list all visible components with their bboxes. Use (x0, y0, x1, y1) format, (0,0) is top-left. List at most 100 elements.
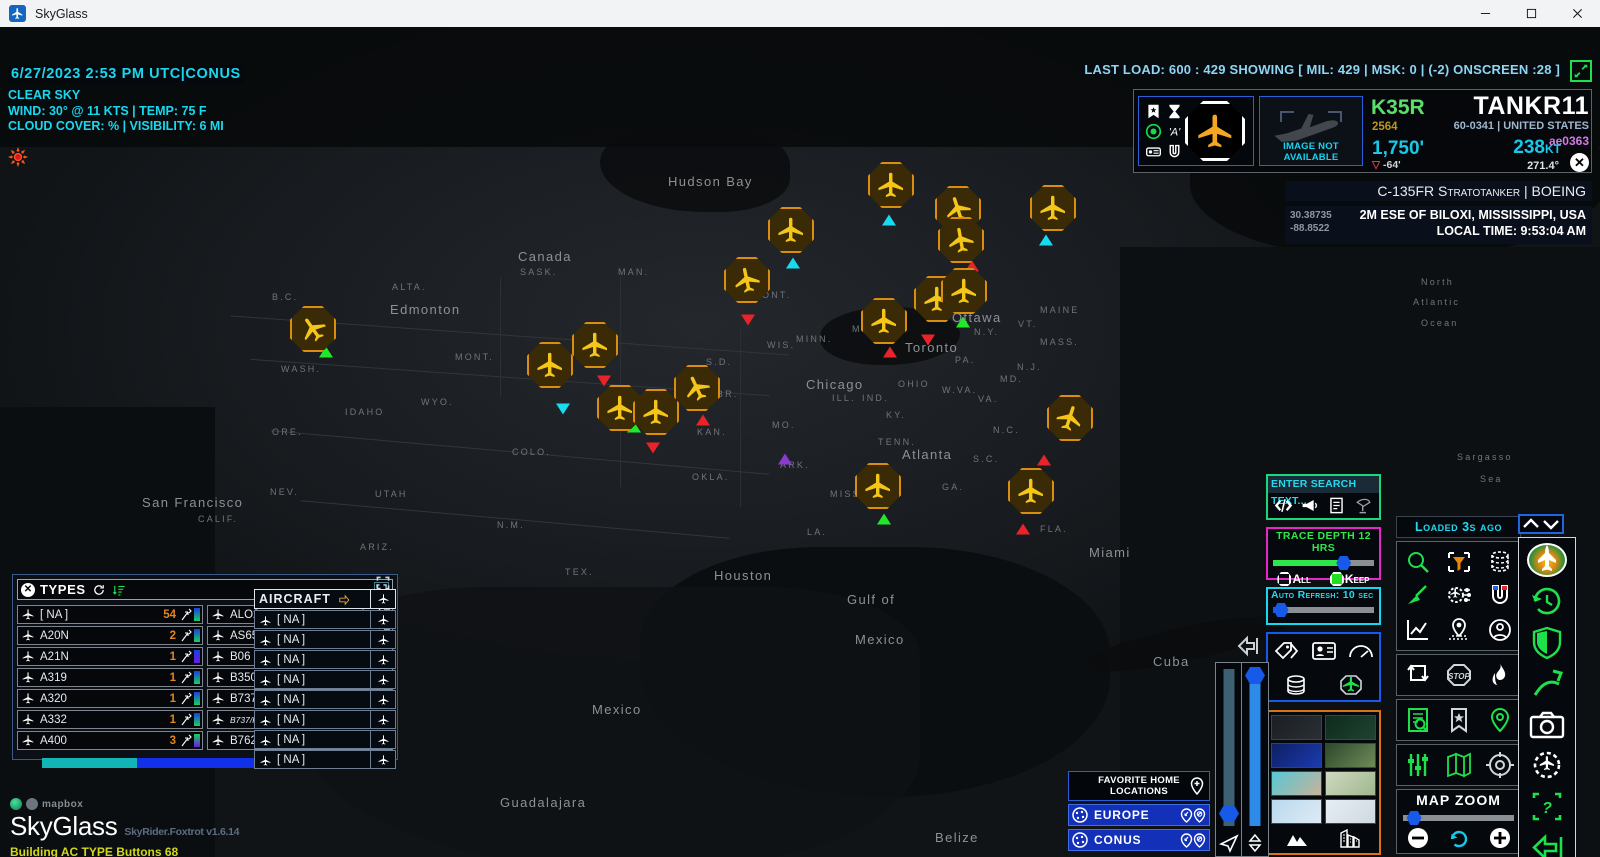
rail-row[interactable]: STOP (1397, 658, 1520, 692)
map-style-thumb-grid[interactable] (1271, 715, 1376, 824)
mapbox-attribution[interactable]: mapbox (10, 798, 239, 810)
history-icon[interactable] (1528, 585, 1566, 618)
bookmark-icon[interactable] (1145, 103, 1162, 120)
aircraft-marker[interactable] (1030, 185, 1076, 231)
trace-mode-radios[interactable]: All Keep (1268, 572, 1379, 586)
tilt-slider[interactable] (1215, 662, 1243, 857)
rail-row[interactable] (1397, 545, 1520, 579)
type-row[interactable]: A319 1 (17, 668, 203, 687)
popout-window-icon[interactable] (1570, 60, 1592, 82)
search-tool-row[interactable] (1268, 493, 1379, 518)
aircraft-trail-marker[interactable] (1037, 454, 1051, 466)
satellite-style-thumb[interactable] (1325, 743, 1376, 768)
document-search-icon[interactable] (1404, 707, 1432, 733)
broom-icon[interactable] (1404, 583, 1432, 609)
pitch-slider[interactable] (1241, 662, 1269, 857)
pin-goto-icon[interactable] (1193, 807, 1206, 823)
search-input[interactable]: ENTER SEARCH TEXT... (1268, 476, 1379, 507)
favorite-locations-items[interactable]: EUROPE CONUS (1068, 804, 1210, 851)
code-icon[interactable] (1274, 497, 1293, 514)
rail-group-2[interactable]: STOP (1396, 654, 1521, 696)
radio-off-icon[interactable] (1277, 572, 1292, 586)
buildings-icon[interactable] (1339, 828, 1361, 848)
aircraft-marker[interactable] (868, 162, 914, 208)
crosshair-icon[interactable] (1485, 752, 1514, 778)
blueprint-style-thumb[interactable] (1271, 743, 1322, 768)
outdoors-style-thumb[interactable] (1325, 771, 1376, 796)
chart-icon[interactable] (1404, 617, 1432, 643)
aircraft-marker[interactable] (724, 257, 770, 303)
plane-icon[interactable] (370, 690, 396, 709)
aircraft-trail-marker[interactable] (646, 442, 660, 454)
trend-icon[interactable] (180, 692, 192, 705)
close-circle-icon[interactable]: ✕ (21, 582, 35, 597)
minimize-icon[interactable] (1462, 0, 1508, 27)
type-row[interactable]: A320 1 (17, 689, 203, 708)
map-zoom-buttons[interactable] (1397, 827, 1520, 849)
aircraft-trail-marker[interactable] (883, 346, 897, 358)
type-row[interactable]: A20N 2 (17, 626, 203, 645)
aircraft-badge-panel[interactable]: 'A' (1138, 96, 1254, 166)
pin-edit-icon[interactable] (1180, 832, 1193, 848)
tags-icon[interactable] (1274, 640, 1300, 662)
megaphone-icon[interactable] (1301, 497, 1320, 514)
aircraft-trail-marker[interactable] (877, 513, 891, 525)
trace-all-option[interactable]: All (1277, 572, 1311, 586)
map-zoom-slider[interactable] (1403, 811, 1514, 825)
satellite-dark-thumb[interactable] (1325, 715, 1376, 740)
plus-circle-icon[interactable] (1489, 827, 1511, 849)
mapbox-info-icon[interactable] (26, 798, 38, 810)
rail-row[interactable] (1397, 703, 1520, 737)
rail-group-3[interactable] (1396, 699, 1521, 741)
plane-settings-icon[interactable] (1445, 583, 1473, 609)
bookmark-star-icon[interactable] (1445, 707, 1473, 733)
jet-logo-icon[interactable] (1527, 543, 1567, 577)
rail-group-4[interactable] (1396, 744, 1521, 786)
aircraft-marker[interactable] (633, 389, 679, 435)
light-style-thumb[interactable] (1271, 799, 1322, 824)
close-icon[interactable] (1554, 0, 1600, 27)
plane-icon[interactable] (370, 650, 396, 669)
aircraft-trail-marker[interactable] (741, 314, 755, 326)
plane-icon[interactable] (370, 610, 396, 629)
aircraft-marker[interactable] (855, 463, 901, 509)
aircraft-trail-marker[interactable] (921, 334, 935, 346)
radio-icon[interactable] (1145, 143, 1162, 160)
map-style-bottom-row[interactable] (1271, 828, 1376, 848)
trend-icon[interactable] (180, 608, 192, 621)
user-circle-icon[interactable] (1486, 617, 1514, 643)
plane-octagon-icon[interactable] (1338, 674, 1364, 696)
arrow-right-icon[interactable] (337, 593, 351, 606)
aircraft-marker[interactable] (768, 207, 814, 253)
secondary-control-rail[interactable]: ? (1518, 537, 1576, 857)
database-icon[interactable] (1486, 549, 1514, 575)
dark-style-thumb[interactable] (1271, 715, 1322, 740)
help-icon[interactable]: ? (1528, 790, 1566, 823)
favorite-location-item[interactable]: EUROPE (1068, 804, 1210, 826)
search-panel[interactable]: ENTER SEARCH TEXT... (1266, 474, 1381, 520)
stop-icon[interactable]: STOP (1445, 662, 1473, 688)
add-location-icon[interactable] (1189, 777, 1205, 796)
magnet-icon[interactable] (1166, 143, 1183, 160)
camera-icon[interactable] (1528, 708, 1566, 741)
label-A-icon[interactable]: 'A' (1166, 123, 1183, 140)
aircraft-trail-marker[interactable] (1039, 234, 1053, 246)
type-row[interactable]: A400 3 (17, 731, 203, 750)
trend-icon[interactable] (180, 650, 192, 663)
search-icon[interactable] (1404, 549, 1432, 575)
auto-refresh-panel[interactable]: Auto Refresh: 10 sec (1266, 587, 1381, 625)
trend-icon[interactable] (180, 671, 192, 684)
aircraft-trail-marker[interactable] (786, 257, 800, 269)
sliders-icon[interactable] (1404, 752, 1432, 778)
tool-row-2[interactable] (1268, 668, 1379, 702)
aircraft-marker[interactable] (290, 306, 336, 352)
rail-group-1[interactable] (1396, 541, 1521, 651)
magnet-icon[interactable] (1486, 583, 1514, 609)
favorite-location-item[interactable]: CONUS (1068, 829, 1210, 851)
type-row[interactable]: A21N 1 (17, 647, 203, 666)
aircraft-list-icon-column[interactable] (370, 589, 396, 769)
pin-route-icon[interactable] (1445, 617, 1473, 643)
trend-icon[interactable] (180, 713, 192, 726)
minus-circle-icon[interactable] (1407, 827, 1429, 849)
loop-arrow-icon[interactable] (1404, 662, 1432, 688)
